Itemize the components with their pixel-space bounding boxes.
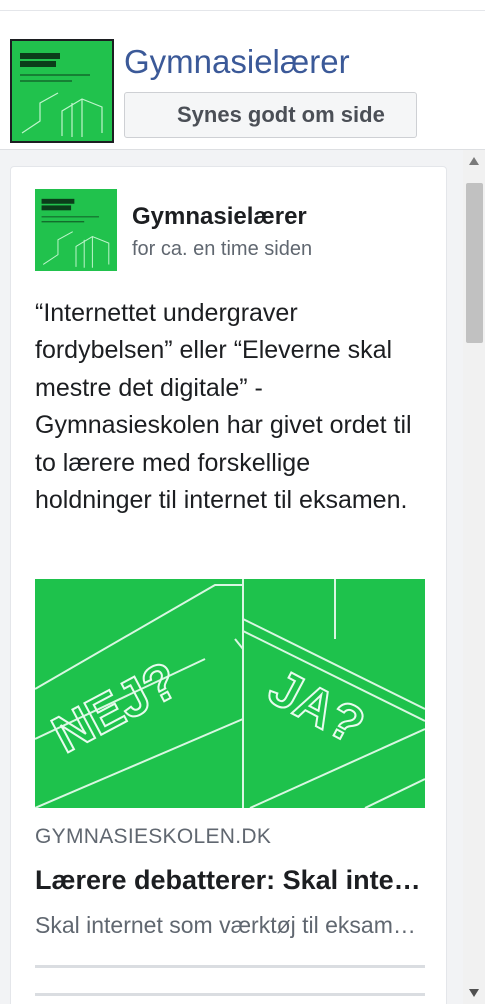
link-preview-image[interactable]: NEJ? JA? — [35, 579, 425, 808]
gymnasieskolen-logo-icon — [12, 41, 112, 141]
post-author-name[interactable]: Gymnasielærer — [132, 203, 307, 231]
nej-ja-illustration: NEJ? JA? — [35, 579, 425, 808]
link-title[interactable]: Lærere debatterer: Skal internettet være… — [35, 865, 425, 896]
divider — [35, 965, 425, 968]
link-description[interactable]: Skal internet som værktøj til eksamen væ… — [35, 912, 425, 939]
divider — [35, 993, 425, 996]
gymnasieskolen-logo-icon — [35, 189, 117, 271]
feed-scroll-area[interactable]: Gymnasielærer for ca. en time siden “Int… — [0, 149, 485, 1004]
post-timestamp[interactable]: for ca. en time siden — [132, 238, 312, 261]
scroll-down-button[interactable] — [463, 982, 485, 1004]
page-avatar[interactable] — [10, 39, 114, 143]
like-page-button[interactable]: Synes godt om side — [124, 92, 417, 138]
page-name-link[interactable]: Gymnasielærer — [124, 43, 350, 81]
triangle-down-icon — [469, 989, 479, 997]
vertical-scrollbar[interactable] — [463, 150, 485, 1004]
link-domain[interactable]: GYMNASIESKOLEN.DK — [35, 825, 271, 849]
scrollbar-thumb[interactable] — [466, 183, 483, 343]
post-author-avatar[interactable] — [35, 189, 117, 271]
scroll-up-button[interactable] — [463, 150, 485, 172]
triangle-up-icon — [469, 157, 479, 165]
post-card: Gymnasielærer for ca. en time siden “Int… — [10, 166, 447, 1004]
post-body-text: “Internettet undergraver fordybelsen” el… — [35, 299, 412, 515]
thumbs-up-icon — [146, 106, 166, 125]
like-button-label: Synes godt om side — [177, 102, 385, 127]
page-header: Gymnasielærer Synes godt om side — [0, 11, 485, 149]
